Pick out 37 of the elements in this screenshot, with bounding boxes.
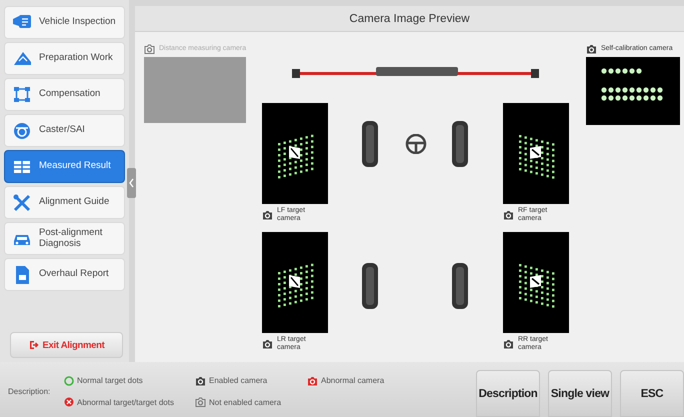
camera-icon — [262, 338, 273, 349]
sidebar-item[interactable]: Preparation Work — [4, 42, 125, 75]
wheel-icon — [362, 121, 378, 167]
camera-icon — [144, 44, 155, 54]
footer-button[interactable]: Description — [476, 370, 540, 417]
sidebar-item[interactable]: Measured Result — [4, 150, 125, 183]
legend-label: Enabled camera — [209, 376, 268, 386]
camera-icon — [586, 44, 597, 54]
legend-label: Normal target dots — [77, 376, 143, 386]
sidebar-item[interactable]: Alignment Guide — [4, 186, 125, 219]
steering-wheel-icon — [405, 134, 427, 154]
camera-icon — [307, 376, 318, 386]
legend-label: Not enabled camera — [209, 398, 282, 407]
collapse-handle[interactable] — [127, 168, 136, 198]
legend-title: Description: — [8, 387, 52, 396]
sidebar-item[interactable]: Compensation — [4, 78, 125, 111]
sidebar-item[interactable]: Caster/SAI — [4, 114, 125, 147]
sidebar-item[interactable]: Overhaul Report — [4, 258, 125, 291]
camera-icon — [195, 376, 206, 386]
wheel-icon — [452, 263, 468, 309]
camera-icon — [262, 210, 273, 220]
exit-alignment-button[interactable]: Exit Alignment — [10, 332, 123, 358]
wheel-icon — [452, 121, 468, 167]
camera-icon — [503, 338, 514, 349]
error-icon — [64, 397, 74, 408]
sidebar-item[interactable]: Vehicle Inspection — [4, 6, 125, 39]
footer-button[interactable]: Single view — [548, 370, 612, 417]
wheel-icon — [362, 263, 378, 309]
legend-label: Abnormal target/target dots — [77, 398, 174, 407]
exit-icon — [28, 340, 39, 350]
camera-icon — [195, 397, 206, 408]
panel-title: Camera Image Preview — [135, 6, 684, 32]
legend-label: Abnormal camera — [321, 376, 384, 386]
footer-button[interactable]: ESC — [620, 370, 684, 417]
camera-icon — [503, 210, 514, 220]
sidebar-item[interactable]: Post-alignment Diagnosis — [4, 222, 125, 255]
ring-icon — [64, 376, 74, 386]
